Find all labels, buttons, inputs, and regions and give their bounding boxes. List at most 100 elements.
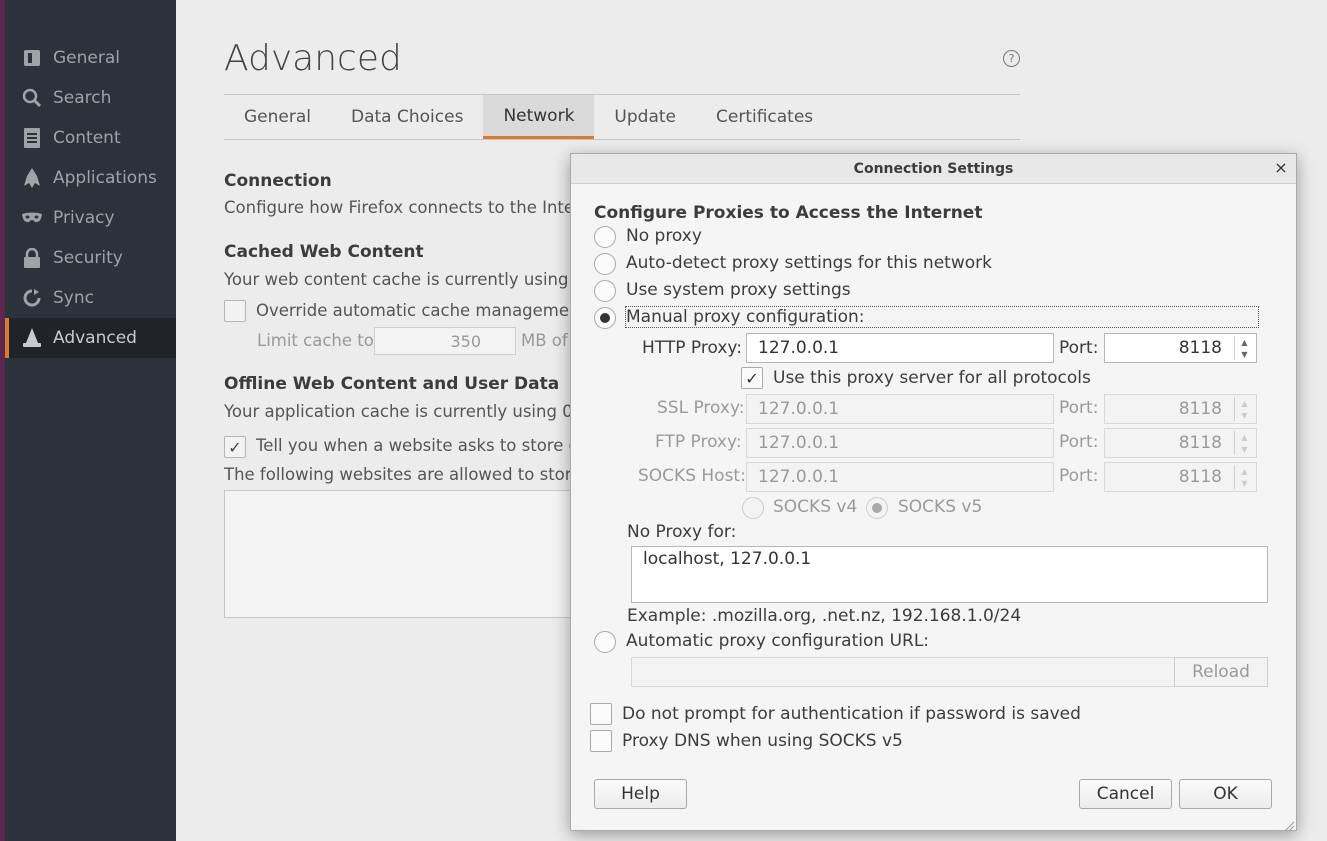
override-cache-checkbox[interactable] bbox=[224, 300, 246, 322]
auto-config-url-label: Automatic proxy configuration URL: bbox=[626, 631, 930, 651]
sidebar-item-security[interactable]: Security bbox=[5, 238, 176, 278]
ftp-port-stepper[interactable]: ▲ ▼ bbox=[1234, 431, 1254, 455]
sidebar-item-label: Security bbox=[53, 248, 123, 268]
no-proxy-example: Example: .mozilla.org, .net.nz, 192.168.… bbox=[627, 606, 1022, 626]
spin-up-icon: ▲ bbox=[1241, 337, 1248, 347]
socks-host-label: SOCKS Host: bbox=[638, 466, 746, 486]
ftp-proxy-input[interactable]: 127.0.0.1 bbox=[746, 428, 1054, 458]
tab-general[interactable]: General bbox=[224, 95, 331, 139]
sidebar-item-label: General bbox=[53, 48, 120, 68]
resize-grip-icon[interactable] bbox=[1283, 817, 1295, 832]
http-port-label: Port: bbox=[1059, 338, 1099, 358]
spin-down-icon: ▼ bbox=[1241, 478, 1248, 488]
limit-cache-label: Limit cache to bbox=[257, 331, 374, 350]
ftp-port-label: Port: bbox=[1059, 432, 1099, 452]
sidebar-item-label: Sync bbox=[53, 288, 94, 308]
no-proxy-label: No proxy bbox=[626, 226, 702, 246]
sidebar-item-label: Content bbox=[53, 128, 121, 148]
offline-text: Your application cache is currently usin… bbox=[224, 402, 589, 421]
no-proxy-for-label: No Proxy for: bbox=[627, 522, 737, 542]
auto-config-url-input[interactable] bbox=[631, 657, 1175, 687]
socks-port-stepper[interactable]: ▲ ▼ bbox=[1234, 465, 1254, 489]
proxy-dns-label: Proxy DNS when using SOCKS v5 bbox=[622, 731, 903, 751]
dialog-title: Connection Settings bbox=[853, 160, 1014, 177]
tab-update[interactable]: Update bbox=[594, 95, 696, 139]
auto-detect-label: Auto-detect proxy settings for this netw… bbox=[626, 253, 992, 273]
no-prompt-auth-checkbox[interactable] bbox=[590, 703, 612, 725]
ssl-port-label: Port: bbox=[1059, 398, 1099, 418]
tell-store-label: Tell you when a website asks to store d bbox=[256, 436, 580, 455]
socks-host-input[interactable]: 127.0.0.1 bbox=[746, 462, 1054, 492]
content-icon bbox=[21, 127, 43, 149]
proxy-dns-checkbox[interactable] bbox=[590, 730, 612, 752]
sidebar-item-content[interactable]: Content bbox=[5, 118, 176, 158]
sidebar-item-privacy[interactable]: Privacy bbox=[5, 198, 176, 238]
reload-button[interactable]: Reload bbox=[1174, 657, 1268, 687]
spin-down-icon: ▼ bbox=[1241, 410, 1248, 420]
allowed-sites-list[interactable] bbox=[224, 490, 584, 618]
socks-v5-label: SOCKS v5 bbox=[898, 497, 983, 517]
radio-selected-dot bbox=[600, 313, 610, 323]
sidebar-item-label: Privacy bbox=[53, 208, 115, 228]
offline-heading: Offline Web Content and User Data bbox=[224, 374, 560, 394]
dialog-titlebar: Connection Settings bbox=[571, 154, 1296, 184]
system-proxy-label: Use system proxy settings bbox=[626, 280, 851, 300]
auto-detect-radio[interactable] bbox=[594, 253, 616, 275]
sidebar-item-advanced[interactable]: Advanced bbox=[5, 318, 176, 358]
general-icon bbox=[21, 47, 43, 69]
sidebar-item-sync[interactable]: Sync bbox=[5, 278, 176, 318]
no-prompt-auth-label: Do not prompt for authentication if pass… bbox=[622, 704, 1081, 724]
help-button[interactable]: Help bbox=[594, 779, 687, 809]
sidebar-item-search[interactable]: Search bbox=[5, 78, 176, 118]
manual-proxy-label: Manual proxy configuration: bbox=[626, 307, 865, 327]
advanced-wizard-hat-icon bbox=[21, 327, 43, 349]
tab-data-choices[interactable]: Data Choices bbox=[331, 95, 483, 139]
socks-v5-radio[interactable] bbox=[866, 497, 888, 519]
tab-network[interactable]: Network bbox=[483, 95, 595, 139]
proxy-heading: Configure Proxies to Access the Internet bbox=[594, 203, 983, 223]
socks-port-label: Port: bbox=[1059, 466, 1099, 486]
connection-text: Configure how Firefox connects to the In… bbox=[224, 198, 575, 217]
cache-text: Your web content cache is currently usin… bbox=[224, 270, 585, 289]
connection-heading: Connection bbox=[224, 171, 332, 191]
cancel-button[interactable]: Cancel bbox=[1079, 779, 1172, 809]
security-lock-icon bbox=[21, 247, 43, 269]
ssl-proxy-input[interactable]: 127.0.0.1 bbox=[746, 394, 1054, 424]
tell-store-checkbox[interactable]: ✓ bbox=[224, 436, 246, 458]
ssl-proxy-label: SSL Proxy: bbox=[657, 398, 745, 418]
help-icon[interactable]: ? bbox=[1003, 50, 1020, 67]
spin-up-icon: ▲ bbox=[1241, 432, 1248, 442]
page-title: Advanced bbox=[224, 38, 402, 79]
tab-bar: General Data Choices Network Update Cert… bbox=[224, 95, 833, 139]
use-all-protocols-label: Use this proxy server for all protocols bbox=[773, 368, 1091, 388]
socks-v4-label: SOCKS v4 bbox=[773, 497, 858, 517]
no-proxy-radio[interactable] bbox=[594, 226, 616, 248]
manual-proxy-radio[interactable] bbox=[594, 307, 616, 329]
sync-icon bbox=[21, 287, 43, 309]
privacy-mask-icon bbox=[21, 207, 43, 229]
http-proxy-label: HTTP Proxy: bbox=[642, 338, 742, 358]
ok-button[interactable]: OK bbox=[1179, 779, 1272, 809]
spin-up-icon: ▲ bbox=[1241, 466, 1248, 476]
limit-cache-input[interactable]: 350 bbox=[374, 327, 516, 355]
allowed-sites-text: The following websites are allowed to st… bbox=[224, 465, 572, 484]
close-icon[interactable]: × bbox=[1272, 159, 1290, 177]
no-proxy-for-textarea[interactable]: localhost, 127.0.0.1 bbox=[631, 546, 1268, 603]
use-all-protocols-checkbox[interactable]: ✓ bbox=[741, 367, 763, 389]
http-proxy-input[interactable]: 127.0.0.1 bbox=[746, 333, 1054, 363]
applications-icon bbox=[21, 167, 43, 189]
sidebar-item-general[interactable]: General bbox=[5, 38, 176, 78]
socks-v4-radio[interactable] bbox=[742, 497, 764, 519]
spin-up-icon: ▲ bbox=[1241, 398, 1248, 408]
ssl-port-stepper[interactable]: ▲ ▼ bbox=[1234, 397, 1254, 421]
ftp-proxy-label: FTP Proxy: bbox=[655, 432, 742, 452]
radio-selected-dot bbox=[872, 503, 882, 513]
cache-heading: Cached Web Content bbox=[224, 242, 424, 262]
sidebar-item-applications[interactable]: Applications bbox=[5, 158, 176, 198]
system-proxy-radio[interactable] bbox=[594, 280, 616, 302]
tab-certificates[interactable]: Certificates bbox=[696, 95, 833, 139]
http-port-stepper[interactable]: ▲ ▼ bbox=[1234, 336, 1254, 360]
sidebar-item-label: Search bbox=[53, 88, 112, 108]
override-cache-label: Override automatic cache management bbox=[256, 301, 586, 320]
auto-config-url-radio[interactable] bbox=[594, 631, 616, 653]
